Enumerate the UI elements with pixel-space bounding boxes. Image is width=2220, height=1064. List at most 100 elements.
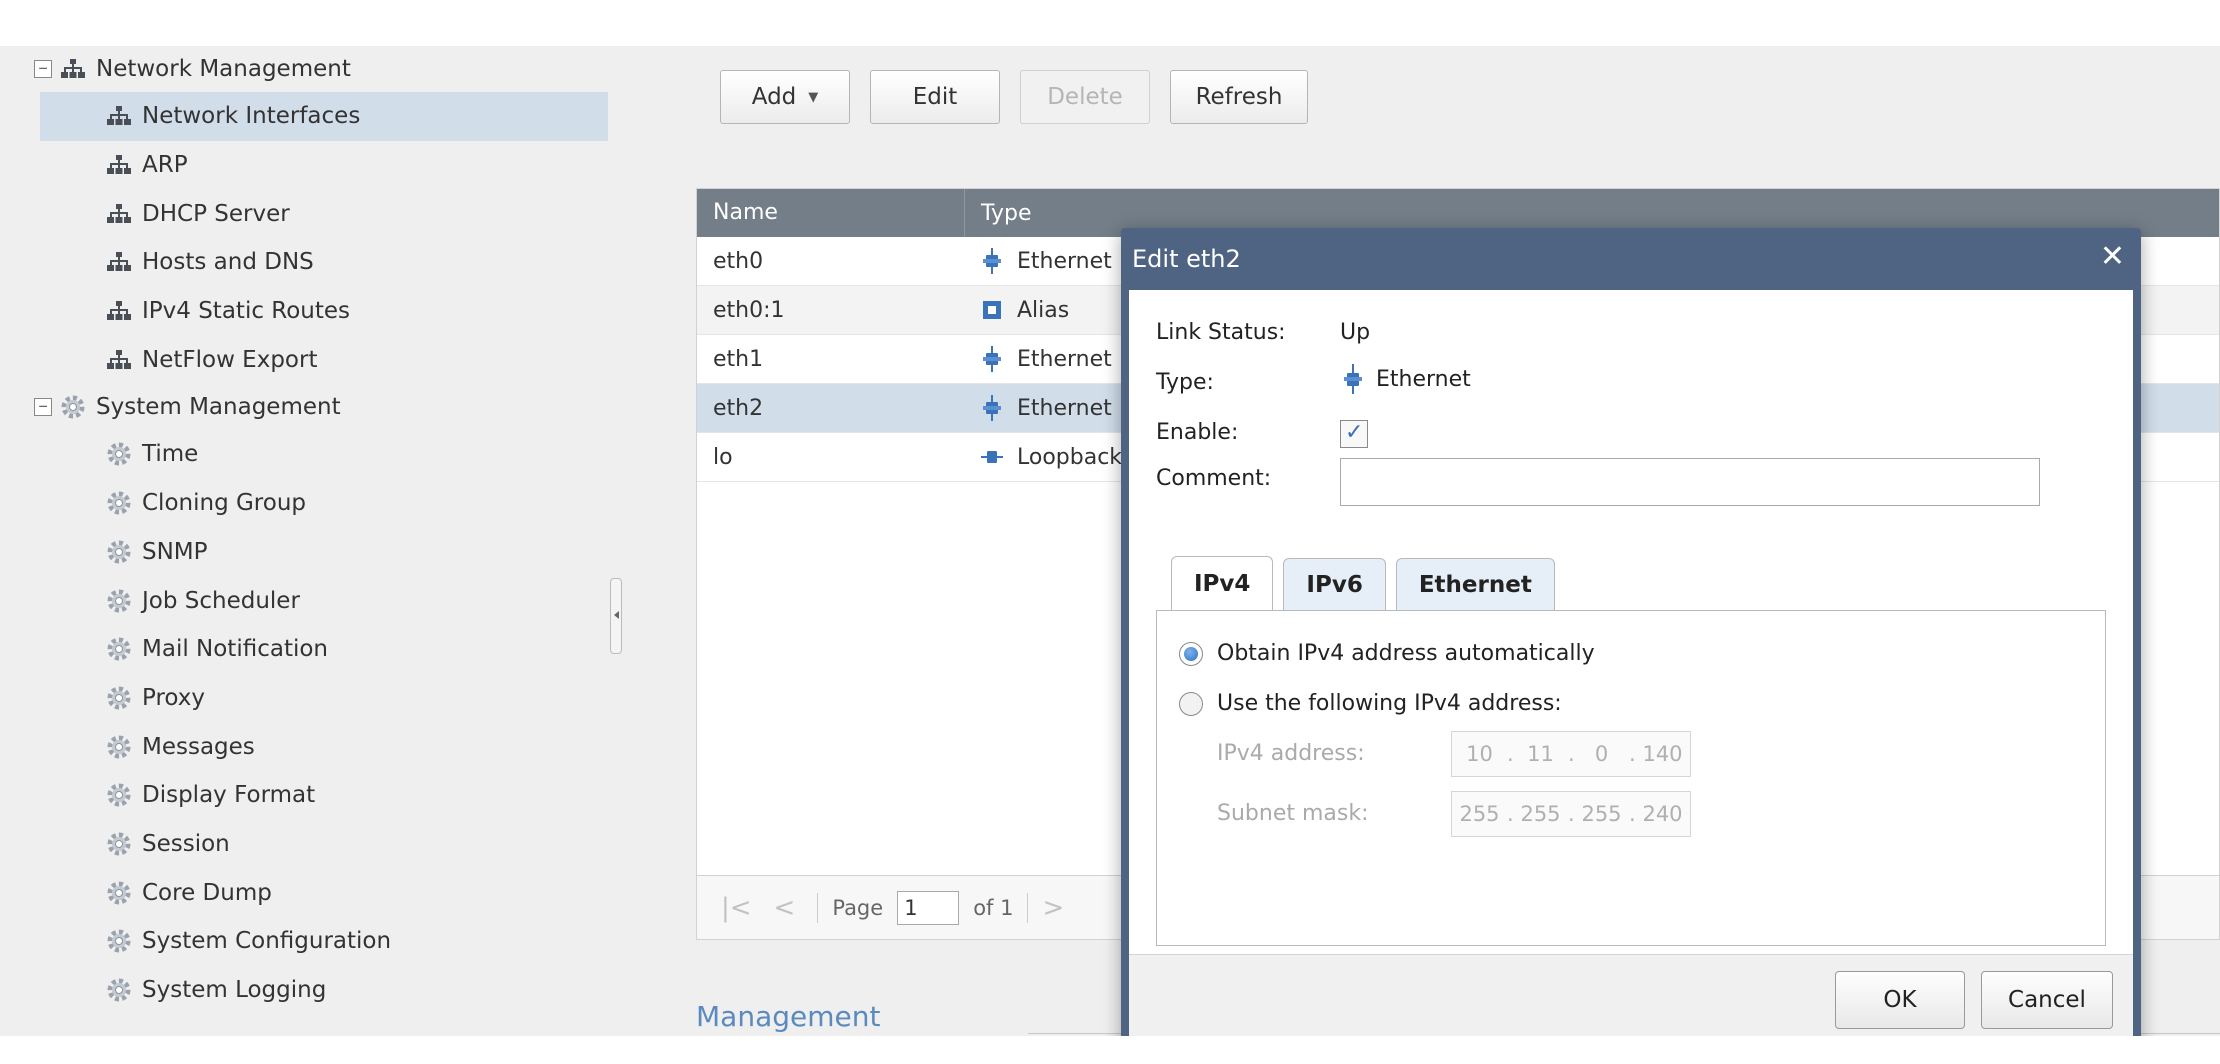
- subnet-mask-input[interactable]: 255 . 255 . 255 . 240: [1451, 791, 1691, 837]
- cancel-button[interactable]: Cancel: [1981, 971, 2113, 1029]
- column-header-type[interactable]: Type: [965, 201, 1032, 226]
- ipv4-panel: Obtain IPv4 address automatically Use th…: [1156, 610, 2106, 946]
- ipv4-address-input[interactable]: 10 . 11 . 0 . 140: [1451, 731, 1691, 777]
- collapse-toggle-icon[interactable]: −: [34, 398, 52, 417]
- cell-type-label: Alias: [1017, 297, 1070, 323]
- checkmark-icon: ✓: [1345, 420, 1364, 445]
- type-label: Type:: [1156, 370, 1214, 395]
- app-window: − Network Management Network Interfaces …: [0, 46, 2220, 1036]
- ethernet-icon: [981, 395, 1003, 421]
- sidebar-item-system-configuration[interactable]: System Configuration: [0, 917, 640, 966]
- ethernet-icon: [981, 248, 1003, 274]
- obtain-automatically-option[interactable]: Obtain IPv4 address automatically: [1179, 641, 1595, 666]
- ipv4-address-label: IPv4 address:: [1217, 741, 1365, 766]
- dialog-title: Edit eth2: [1132, 245, 1241, 273]
- sidebar-item-cloning-group[interactable]: Cloning Group: [0, 479, 640, 528]
- cell-type: Ethernet: [965, 346, 1112, 372]
- collapse-toggle-icon[interactable]: −: [34, 60, 52, 78]
- next-page-icon[interactable]: >: [1042, 893, 1064, 923]
- radio-button-selected[interactable]: [1179, 641, 1203, 666]
- ip-octet[interactable]: 240: [1635, 802, 1690, 826]
- ip-octet[interactable]: 0: [1574, 742, 1629, 766]
- use-following-label: Use the following IPv4 address:: [1217, 691, 1562, 716]
- sidebar-item-netflow-export[interactable]: NetFlow Export: [0, 335, 640, 384]
- cell-type-label: Ethernet: [1017, 248, 1112, 274]
- sidebar: − Network Management Network Interfaces …: [0, 46, 640, 1036]
- subnet-mask-label: Subnet mask:: [1217, 801, 1369, 826]
- enable-checkbox[interactable]: ✓: [1340, 420, 1368, 448]
- ip-octet[interactable]: 255: [1574, 802, 1629, 826]
- cell-name: eth0:1: [713, 297, 785, 323]
- sidebar-item-session[interactable]: Session: [0, 820, 640, 869]
- cell-type: Alias: [965, 298, 1069, 323]
- sidebar-collapse-handle[interactable]: [610, 578, 622, 654]
- delete-button[interactable]: Delete: [1020, 70, 1150, 124]
- ip-octet[interactable]: 140: [1635, 742, 1690, 766]
- tree-group-network-management[interactable]: − Network Management: [0, 46, 640, 92]
- sidebar-item-label: IPv4 Static Routes: [142, 298, 351, 325]
- cell-name: eth0: [713, 248, 764, 274]
- sidebar-item-messages[interactable]: Messages: [0, 722, 640, 771]
- gear-icon: [106, 441, 132, 467]
- add-button-label: Add: [751, 84, 797, 110]
- tab-ipv4[interactable]: IPv4: [1171, 556, 1274, 610]
- sidebar-item-time[interactable]: Time: [0, 430, 640, 479]
- network-icon: [106, 103, 132, 129]
- sidebar-item-label: ARP: [142, 152, 188, 179]
- sidebar-item-core-dump[interactable]: Core Dump: [0, 868, 640, 917]
- protocol-tabs: IPv4 IPv6 Ethernet: [1171, 556, 1555, 610]
- link-status-label: Link Status:: [1156, 320, 1286, 345]
- sidebar-item-label: System Configuration: [142, 928, 392, 955]
- toolbar: Add ▼ Edit Delete Refresh: [720, 70, 1308, 124]
- sidebar-item-label: Job Scheduler: [142, 587, 300, 614]
- gear-icon: [106, 588, 132, 614]
- sidebar-item-ipv4-static-routes[interactable]: IPv4 Static Routes: [0, 287, 640, 336]
- refresh-button[interactable]: Refresh: [1170, 70, 1308, 124]
- cell-name: lo: [713, 444, 733, 470]
- sidebar-item-label: Cloning Group: [142, 490, 306, 517]
- sidebar-item-label: Display Format: [142, 782, 316, 809]
- gear-icon: [60, 394, 86, 420]
- comment-input[interactable]: [1340, 458, 2040, 506]
- tab-ipv6[interactable]: IPv6: [1283, 558, 1386, 610]
- sidebar-item-proxy[interactable]: Proxy: [0, 674, 640, 723]
- tree-group-system-management[interactable]: − System Management: [0, 384, 640, 430]
- sidebar-item-system-logging[interactable]: System Logging: [0, 966, 640, 1015]
- sidebar-item-label: Mail Notification: [142, 636, 328, 663]
- ip-octet[interactable]: 255: [1513, 802, 1568, 826]
- dialog-body: Link Status: Up Type: Ethernet Enable: ✓…: [1129, 290, 2133, 954]
- sidebar-item-arp[interactable]: ARP: [0, 141, 640, 190]
- pager-separator: [1027, 892, 1029, 923]
- ip-octet[interactable]: 11: [1513, 742, 1568, 766]
- ok-button[interactable]: OK: [1835, 971, 1965, 1029]
- sidebar-item-display-format[interactable]: Display Format: [0, 771, 640, 820]
- gear-icon: [106, 490, 132, 516]
- sidebar-item-network-interfaces[interactable]: Network Interfaces: [40, 92, 608, 141]
- page-number-input[interactable]: 1: [897, 890, 960, 925]
- sidebar-item-hosts-and-dns[interactable]: Hosts and DNS: [0, 238, 640, 287]
- tab-ethernet[interactable]: Ethernet: [1395, 558, 1555, 610]
- radio-button[interactable]: [1179, 691, 1203, 716]
- gear-icon: [106, 880, 132, 906]
- close-icon[interactable]: ✕: [2100, 240, 2125, 274]
- sidebar-item-label: System Logging: [142, 977, 327, 1004]
- sidebar-item-dhcp-server[interactable]: DHCP Server: [0, 189, 640, 238]
- sidebar-item-label: Network Interfaces: [142, 103, 361, 130]
- sidebar-item-label: DHCP Server: [142, 200, 290, 227]
- tree-group-label: Network Management: [96, 56, 351, 82]
- edit-button[interactable]: Edit: [870, 70, 1000, 124]
- first-page-icon[interactable]: |<: [721, 893, 752, 923]
- ip-octet[interactable]: 255: [1452, 802, 1507, 826]
- sidebar-item-snmp[interactable]: SNMP: [0, 528, 640, 577]
- use-following-option[interactable]: Use the following IPv4 address:: [1179, 691, 1562, 716]
- sidebar-item-mail-notification[interactable]: Mail Notification: [0, 625, 640, 674]
- add-button[interactable]: Add ▼: [720, 70, 850, 124]
- gear-icon: [106, 831, 132, 857]
- loopback-icon: [981, 446, 1003, 468]
- sidebar-item-job-scheduler[interactable]: Job Scheduler: [0, 576, 640, 625]
- column-header-name[interactable]: Name: [697, 189, 965, 237]
- prev-page-icon[interactable]: <: [774, 893, 796, 923]
- network-icon: [106, 201, 132, 227]
- ip-octet[interactable]: 10: [1452, 742, 1507, 766]
- dialog-title-bar[interactable]: Edit eth2 ✕: [1121, 228, 2141, 290]
